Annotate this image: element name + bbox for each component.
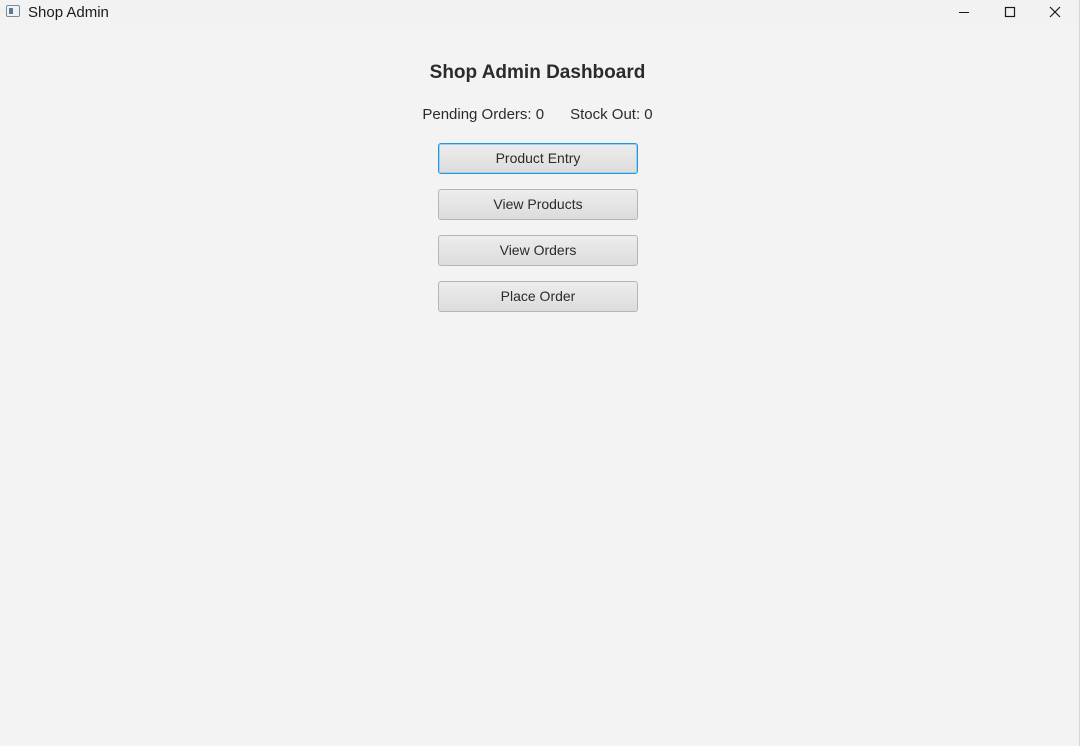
page-title: Shop Admin Dashboard — [429, 62, 646, 83]
view-products-button[interactable]: View Products — [438, 189, 638, 220]
place-order-button[interactable]: Place Order — [438, 281, 638, 312]
minimize-icon — [959, 12, 969, 13]
stats-row: Pending Orders: 0 Stock Out: 0 — [0, 105, 1075, 125]
close-button[interactable] — [1032, 0, 1078, 25]
maximize-button[interactable] — [987, 0, 1033, 25]
product-entry-button[interactable]: Product Entry — [438, 143, 638, 174]
dashboard-panel: Shop Admin Dashboard Pending Orders: 0 St… — [0, 25, 1079, 746]
pending-orders-label: Pending Orders: 0 — [422, 106, 545, 123]
minimize-button[interactable] — [941, 0, 987, 25]
close-icon — [1049, 6, 1061, 18]
title-bar[interactable]: Shop Admin — [0, 0, 1079, 25]
app-window: Shop Admin Shop Admin Dashboard Pending … — [0, 0, 1080, 746]
window-title: Shop Admin — [28, 4, 109, 21]
app-window-icon — [6, 5, 20, 17]
stock-out-label: Stock Out: 0 — [570, 106, 653, 123]
maximize-icon — [1004, 6, 1016, 18]
view-orders-button[interactable]: View Orders — [438, 235, 638, 266]
